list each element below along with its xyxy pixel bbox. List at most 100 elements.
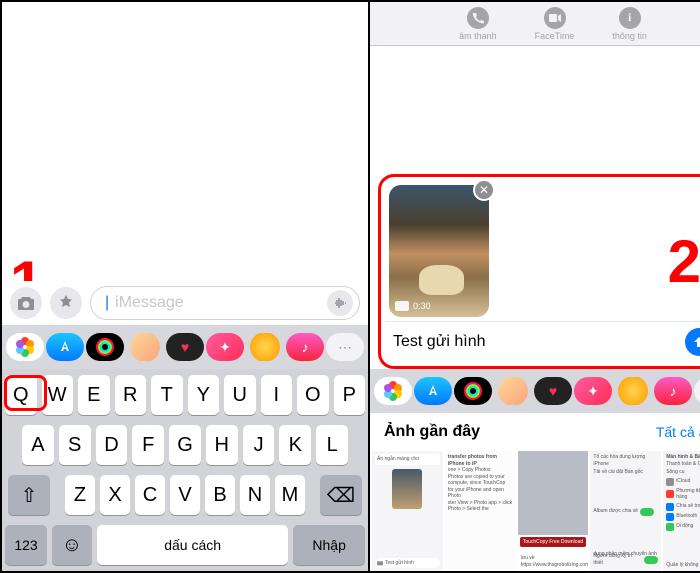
appstore-app-button-2[interactable] (414, 377, 452, 405)
photos-app-button-2[interactable] (374, 377, 412, 405)
key-t[interactable]: T (151, 375, 183, 415)
key-m[interactable]: M (275, 475, 305, 515)
info-button[interactable]: i thông tin (612, 7, 647, 41)
panel-step-1: 1 | iMessage (2, 2, 370, 571)
key-b[interactable]: B (205, 475, 235, 515)
activity-app-button-2[interactable] (454, 377, 492, 405)
video-badge-icon (395, 301, 409, 311)
key-z[interactable]: Z (65, 475, 95, 515)
more-apps-button[interactable]: ⋯ (326, 333, 364, 361)
music-app-button-2[interactable]: ♪ (654, 377, 692, 405)
music-app-button[interactable]: ♪ (286, 333, 324, 361)
key-l[interactable]: L (316, 425, 348, 465)
contact-actions-bar: âm thanh FaceTime i thông tin (370, 2, 700, 46)
camera-icon (17, 296, 35, 310)
keyboard-row-2: A S D F G H J K L (5, 425, 365, 465)
message-input[interactable]: | iMessage (90, 286, 360, 320)
memoji-app-button[interactable] (126, 333, 164, 361)
key-numbers[interactable]: 123 (5, 525, 47, 565)
key-h[interactable]: H (206, 425, 238, 465)
key-n[interactable]: N (240, 475, 270, 515)
key-space[interactable]: dấu cách (97, 525, 288, 565)
animoji-icon-2 (618, 377, 648, 405)
memoji-icon-2 (498, 377, 528, 405)
appstore-button[interactable] (50, 287, 82, 319)
more-apps-button-2[interactable]: ⋯ (694, 377, 700, 405)
thumb-5-l3: Phương tiện & Mua hàng (676, 488, 700, 501)
video-duration: 0:30 (413, 301, 431, 311)
message-compose-row: | iMessage (2, 281, 368, 325)
images-app-button[interactable]: ✦ (206, 333, 244, 361)
info-label: thông tin (612, 31, 647, 41)
step-label-2: 2 (668, 227, 700, 296)
photos-app-button[interactable] (6, 333, 44, 361)
drawer-thumb-2[interactable]: transfer photos from iPhone to iP one > … (445, 451, 516, 571)
drawer-thumb-3[interactable]: TouchCopy Free Download lưu về https://w… (518, 451, 589, 571)
key-u[interactable]: U (224, 375, 256, 415)
key-k[interactable]: K (279, 425, 311, 465)
animoji-app-button[interactable] (246, 333, 284, 361)
key-x[interactable]: X (100, 475, 130, 515)
animoji-app-button-2[interactable] (614, 377, 652, 405)
key-v[interactable]: V (170, 475, 200, 515)
memoji-app-button-2[interactable] (494, 377, 532, 405)
key-a[interactable]: A (22, 425, 54, 465)
keyboard-row-4: 123 ☺ dấu cách Nhập (5, 525, 365, 565)
send-button[interactable] (685, 328, 700, 356)
key-i[interactable]: I (261, 375, 293, 415)
drawer-thumb-5[interactable]: Màn hình & Bàn nội Thanh toán & Giao hàn… (663, 451, 700, 571)
thumb-1-title: Ẩn ngẫn màng cho (375, 454, 440, 465)
key-emoji[interactable]: ☺ (52, 525, 92, 565)
key-j[interactable]: J (243, 425, 275, 465)
digital-touch-app-button-2[interactable]: ♥ (534, 377, 572, 405)
video-meta: 0:30 (395, 301, 431, 311)
key-f[interactable]: F (132, 425, 164, 465)
digital-touch-app-button[interactable]: ♥ (166, 333, 204, 361)
appstore-app-button[interactable] (46, 333, 84, 361)
drawer-thumb-1[interactable]: Ẩn ngẫn màng cho Test gửi hình (372, 451, 443, 571)
thumb-2-line-3: for your iPhone and open Photo (448, 487, 513, 500)
key-r[interactable]: R (115, 375, 147, 415)
thumb-4-sub4: Người dùng ký trí thiết (593, 553, 642, 566)
video-attachment-thumb[interactable]: ✕ 0:30 (389, 185, 489, 317)
key-o[interactable]: O (297, 375, 329, 415)
activity-rings-icon-2 (464, 382, 482, 400)
appstore-a-icon (57, 339, 73, 355)
key-d[interactable]: D (96, 425, 128, 465)
thumb-4-t: Tải về cài đặt Bàn gốc (593, 469, 642, 476)
drawer-all-photos-button[interactable]: Tất cả ảnh (656, 424, 700, 440)
animoji-icon (250, 333, 280, 361)
photos-flower-icon-2 (383, 381, 403, 401)
camera-button[interactable] (10, 287, 42, 319)
thumb-2-title: transfer photos from iPhone to iP (448, 454, 513, 467)
audio-call-button[interactable]: âm thanh (459, 7, 497, 41)
key-p[interactable]: P (334, 375, 366, 415)
keyboard: Q W E R T Y U I O P A S D F G H J K L (2, 369, 368, 571)
app-drawer-row: ♥ ✦ ♪ ⋯ (2, 325, 368, 369)
facetime-button[interactable]: FaceTime (535, 7, 575, 41)
photos-picker-drawer: Ảnh gần đây Tất cả ảnh Ẩn ngẫn màng cho … (370, 413, 700, 571)
key-shift[interactable]: ⇧ (8, 475, 50, 515)
compose-text-row: Test gửi hình (385, 321, 700, 362)
key-e[interactable]: E (78, 375, 110, 415)
key-s[interactable]: S (59, 425, 91, 465)
remove-attachment-button[interactable]: ✕ (473, 179, 495, 201)
key-return[interactable]: Nhập (293, 525, 365, 565)
key-delete[interactable]: ⌫ (320, 475, 362, 515)
activity-app-button[interactable] (86, 333, 124, 361)
images-app-button-2[interactable]: ✦ (574, 377, 612, 405)
thumb-3-sub: lưu về https://www.thsgrobolizing.com/li… (521, 555, 586, 568)
key-g[interactable]: G (169, 425, 201, 465)
digital-touch-button[interactable] (327, 290, 353, 316)
key-y[interactable]: Y (188, 375, 220, 415)
key-c[interactable]: C (135, 475, 165, 515)
drawer-thumb-4[interactable]: Tổ các hóa dung lượng iPhone Tải về cài … (590, 451, 661, 571)
thumb-5-l6: Di động (676, 523, 693, 530)
waveform-icon (333, 296, 347, 310)
drawer-header: Ảnh gần đây Tất cả ảnh (370, 413, 700, 451)
phone-icon (472, 12, 484, 24)
compose-text-input[interactable]: Test gửi hình (393, 333, 677, 351)
conversation-area-2: ❯ 2 ✕ 0:30 Test gửi hình (370, 46, 700, 369)
thumb-2-line-2: Photos are copied to your compute, since… (448, 474, 513, 487)
thumb-1-preview (392, 469, 422, 509)
